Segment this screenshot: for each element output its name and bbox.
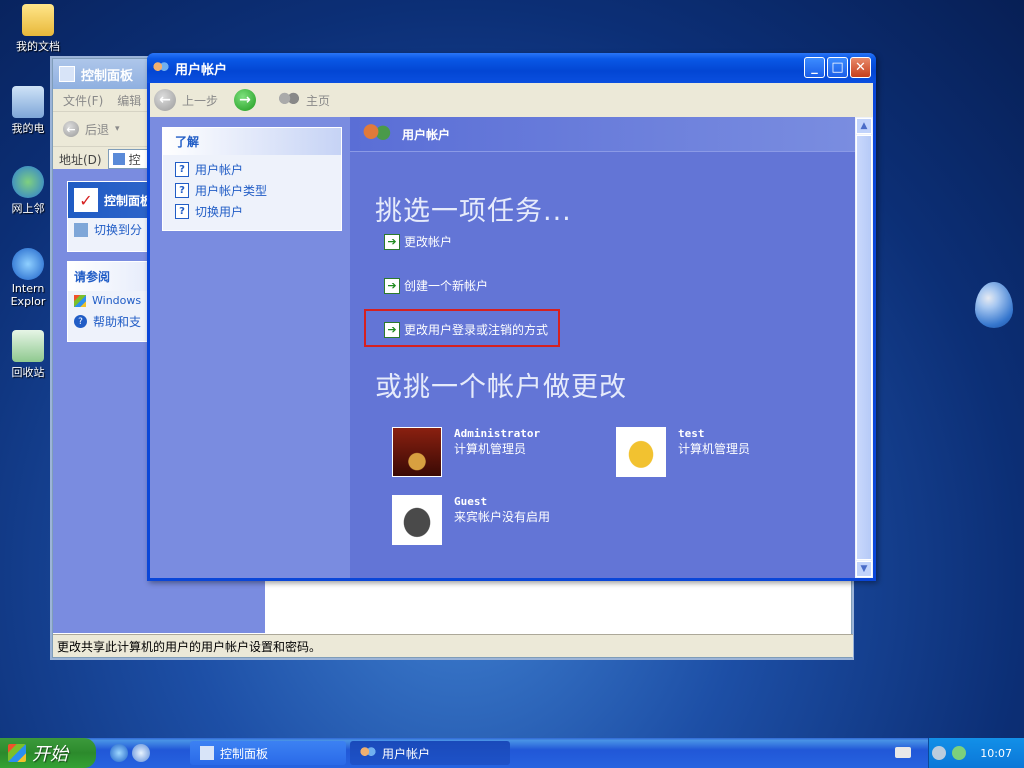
account-guest[interactable]: Guest 来宾帐户没有启用 [392, 495, 550, 545]
user-accounts-titlebar[interactable]: 用户帐户 _ □ ✕ [147, 53, 876, 83]
account-role: 计算机管理员 [454, 442, 527, 456]
window-title: 用户帐户 [175, 62, 228, 78]
network-icon [12, 166, 44, 198]
account-administrator[interactable]: Administrator 计算机管理员 [392, 427, 540, 477]
minimize-button[interactable]: _ [804, 57, 825, 78]
outlook-express-icon[interactable] [132, 744, 150, 762]
windows-flag-icon [8, 744, 26, 762]
account-role: 来宾帐户没有启用 [454, 510, 551, 524]
computer-icon [12, 86, 44, 118]
account-name: Administrator [454, 427, 541, 440]
main-header-title: 用户帐户 [402, 127, 451, 142]
user-accounts-main: 用户帐户 挑选一项任务... ➔ 更改帐户 ➔ 创建一个新帐户 ➔ 更改用户登录… [350, 117, 855, 578]
folder-icon [22, 4, 54, 36]
scroll-up-icon[interactable]: ▲ [856, 118, 872, 134]
forward-icon[interactable]: → [234, 89, 257, 111]
suitcase-icon [392, 495, 442, 545]
back-button[interactable]: 后退 [85, 121, 109, 138]
help-icon: ? [175, 183, 189, 198]
menu-file[interactable]: 文件(F) [63, 92, 103, 109]
clock[interactable]: 10:07 [980, 747, 1012, 760]
start-button[interactable]: 开始 [0, 738, 96, 768]
taskbar-button-control-panel[interactable]: 控制面板 [190, 741, 346, 765]
checkmark-icon: ✓ [74, 188, 98, 212]
control-panel-icon [59, 66, 75, 82]
desktop-icon-label: 我的文档 [16, 40, 60, 53]
taskbar: 开始 控制面板 用户帐户 10:07 [0, 738, 1024, 768]
desktop-icon-ie[interactable]: Intern Explor [2, 248, 54, 308]
desktop-icon-my-documents[interactable]: 我的文档 [8, 4, 68, 54]
learn-about-header: 了解 [163, 128, 341, 155]
back-button[interactable]: 上一步 [182, 92, 218, 109]
pick-task-heading: 挑选一项任务... [375, 196, 572, 227]
desktop-icon-label: 回收站 [11, 366, 45, 379]
desktop-icon-label: Intern Explor [10, 282, 46, 308]
desktop-icon-my-computer[interactable]: 我的电 [2, 86, 54, 136]
recycle-bin-icon [12, 330, 44, 362]
learn-user-accounts-link[interactable]: ? 用户帐户 [163, 159, 341, 180]
pick-account-heading: 或挑一个帐户做更改 [375, 372, 627, 403]
account-role: 计算机管理员 [678, 442, 751, 456]
desktop-icon-recycle-bin[interactable]: 回收站 [2, 330, 54, 380]
desktop-icon-network[interactable]: 网上邻 [2, 166, 54, 216]
switch-view-icon [74, 222, 88, 237]
user-accounts-body: ← 上一步 → 主页 了解 ? 用户帐户 ? 用户帐户类型 ? 切换用户 用户帐… [150, 83, 873, 578]
arrow-right-icon: ➔ [384, 321, 400, 338]
control-panel-icon [200, 746, 214, 760]
desktop-icon-label: 我的电 [11, 122, 45, 135]
chess-icon [392, 427, 442, 477]
window-title: 控制面板 [81, 68, 134, 84]
status-bar: 更改共享此计算机的用户的用户帐户设置和密码。 [53, 634, 853, 657]
network-tray-icon[interactable] [932, 746, 947, 760]
menu-edit[interactable]: 编辑 [117, 92, 141, 109]
users-icon [153, 61, 169, 75]
scroll-thumb[interactable] [856, 135, 872, 560]
internet-explorer-icon [12, 248, 44, 280]
account-test[interactable]: test 计算机管理员 [616, 427, 750, 477]
help-icon: ? [74, 315, 87, 328]
arrow-right-icon: ➔ [384, 233, 400, 250]
vertical-scrollbar[interactable]: ▲ ▼ [855, 117, 873, 578]
users-icon [360, 746, 376, 760]
control-panel-icon [112, 153, 125, 165]
windows-update-icon [74, 294, 86, 307]
address-label: 地址(D) [59, 152, 102, 167]
back-icon[interactable]: ← [154, 89, 176, 111]
learn-about-box: 了解 ? 用户帐户 ? 用户帐户类型 ? 切换用户 [162, 127, 342, 231]
account-name: Guest [454, 495, 488, 508]
task-change-logon[interactable]: ➔ 更改用户登录或注销的方式 [384, 321, 548, 338]
security-tray-icon[interactable] [952, 746, 967, 760]
users-icon [362, 122, 392, 146]
task-change-account[interactable]: ➔ 更改帐户 [384, 233, 452, 250]
home-icon[interactable] [278, 92, 301, 108]
chevron-down-icon[interactable]: ▾ [115, 124, 120, 134]
home-button[interactable]: 主页 [306, 92, 330, 109]
account-name: test [678, 427, 705, 440]
back-icon[interactable]: ← [63, 121, 79, 137]
toolbar: ← 上一步 → 主页 [150, 83, 873, 118]
maximize-button[interactable]: □ [827, 57, 848, 78]
address-value: 控 [128, 152, 141, 167]
arrow-right-icon: ➔ [384, 277, 400, 294]
taskbar-button-user-accounts[interactable]: 用户帐户 [350, 741, 510, 765]
learn-account-types-link[interactable]: ? 用户帐户类型 [163, 180, 341, 201]
internet-explorer-icon[interactable] [110, 744, 128, 762]
help-icon: ? [175, 204, 189, 219]
water-drop-wallpaper [975, 282, 1013, 328]
help-icon: ? [175, 162, 189, 177]
desktop-icon-label: 网上邻 [11, 202, 45, 215]
learn-switch-user-link[interactable]: ? 切换用户 [163, 201, 341, 222]
close-button[interactable]: ✕ [850, 57, 871, 78]
task-create-account[interactable]: ➔ 创建一个新帐户 [384, 277, 488, 294]
main-header: 用户帐户 [350, 117, 855, 152]
user-accounts-sidebar: 了解 ? 用户帐户 ? 用户帐户类型 ? 切换用户 [150, 117, 350, 578]
race-car-icon [616, 427, 666, 477]
user-accounts-window[interactable]: 用户帐户 _ □ ✕ ← 上一步 → 主页 了解 ? 用户帐户 ? 用户帐户类型… [147, 53, 876, 581]
keyboard-icon[interactable] [895, 747, 911, 758]
scroll-down-icon[interactable]: ▼ [856, 561, 872, 577]
system-tray: 10:07 [928, 738, 1024, 768]
